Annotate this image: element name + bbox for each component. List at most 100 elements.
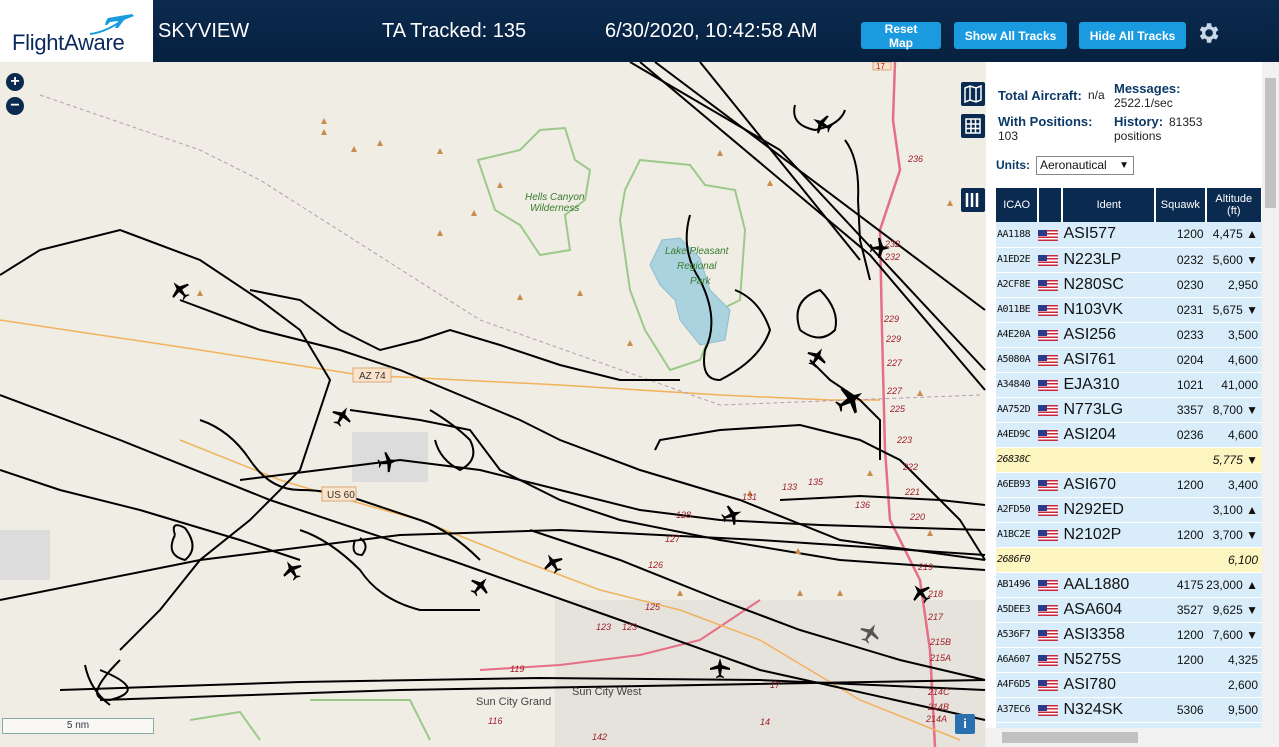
map-icon [964, 84, 982, 104]
row-squawk [1155, 497, 1206, 523]
table-row[interactable]: AB1496 AAL1880 4175 23,000 ▲ [996, 572, 1262, 598]
row-squawk: 1200 [1155, 472, 1206, 498]
map-layers-button[interactable] [961, 82, 985, 106]
gear-icon[interactable] [1195, 20, 1221, 46]
show-all-tracks-button[interactable]: Show All Tracks [954, 22, 1067, 49]
aircraft-table-body: AA1188 ASI577 1200 4,475 ▲ A1ED2E N223LP 0232 5… [996, 222, 1262, 747]
table-row[interactable]: A2CF8E N280SC 0230 2,950 [996, 272, 1262, 298]
label-lake-pleasant: Lake Pleasant [665, 246, 730, 257]
road-num: 135 [808, 477, 824, 487]
us-flag-icon [1038, 304, 1059, 316]
table-row[interactable]: A37EC6 N324SK 5306 9,500 [996, 697, 1262, 723]
us-flag-icon [1038, 429, 1059, 441]
row-ident: N5275S [1062, 647, 1156, 673]
row-altitude: 9,500 [1205, 697, 1262, 723]
row-icao: A1BC2E [996, 522, 1039, 548]
road-num: 227 [886, 386, 903, 396]
column-altitude[interactable]: Altitude (ft) [1205, 188, 1264, 222]
road-num: 125 [645, 602, 661, 612]
columns-toggle-button[interactable] [961, 188, 985, 212]
row-altitude: 6,100 [1205, 547, 1262, 573]
row-icao: 2686F0 [996, 547, 1039, 573]
road-num: 123 [596, 622, 611, 632]
row-icao: AA1188 [996, 222, 1039, 248]
units-select[interactable]: Aeronautical ▼ [1036, 156, 1134, 175]
row-altitude: 41,000 [1205, 372, 1262, 398]
row-altitude: 3,100 ▲ [1205, 497, 1262, 523]
row-ident: ASI204 [1062, 422, 1156, 448]
row-altitude: 8,700 ▼ [1205, 397, 1262, 423]
us-flag-icon [1038, 529, 1059, 541]
row-ident: N103VK [1062, 297, 1156, 323]
map-info-button[interactable]: i [955, 714, 975, 734]
table-row[interactable]: AA1188 ASI577 1200 4,475 ▲ [996, 222, 1262, 248]
column-icao[interactable]: ICAO [996, 188, 1040, 222]
history-unit: positions [1114, 129, 1162, 143]
column-squawk[interactable]: Squawk [1155, 188, 1207, 222]
table-row[interactable]: A011BE N103VK 0231 5,675 ▼ [996, 297, 1262, 323]
row-altitude: 2,600 [1205, 672, 1262, 698]
road-num: 236 [907, 154, 923, 164]
column-ident[interactable]: Ident [1062, 188, 1157, 222]
label-sun-city-west: Sun City West [572, 686, 642, 698]
row-squawk: 1200 [1155, 522, 1206, 548]
table-row[interactable]: A1ED2E N223LP 0232 5,600 ▼ [996, 247, 1262, 273]
table-row[interactable]: AA752D N773LG 3357 8,700 ▼ [996, 397, 1262, 423]
table-row[interactable]: A6A607 N5275S 1200 4,325 [996, 647, 1262, 673]
table-row[interactable]: 26838C 5,775 ▼ [996, 447, 1262, 473]
us-flag-icon [1038, 404, 1059, 416]
row-squawk: 0236 [1155, 422, 1206, 448]
dropdown-caret-icon: ▼ [1119, 160, 1129, 171]
table-row[interactable]: A5DEE3 ASA604 3527 9,625 ▼ [996, 597, 1262, 623]
row-flag [1038, 447, 1063, 473]
row-ident: N223LP [1062, 247, 1156, 273]
road-num: 214B [927, 702, 949, 712]
row-altitude: 2,950 [1205, 272, 1262, 298]
row-ident: ASA604 [1062, 597, 1156, 623]
urban-area [0, 530, 50, 580]
table-row[interactable]: A536F7 ASI3358 1200 7,600 ▼ [996, 622, 1262, 648]
row-icao: A5080A [996, 347, 1039, 373]
road-num: 218 [927, 589, 943, 599]
row-ident: N280SC [1062, 272, 1156, 298]
table-row[interactable]: A34840 EJA310 1021 41,000 [996, 372, 1262, 398]
hscrollbar-thumb[interactable] [1002, 732, 1138, 743]
road-num: 219 [917, 562, 933, 572]
flightaware-logo[interactable]: FlightAware [0, 0, 153, 62]
sidebar-vertical-scrollbar[interactable] [1262, 62, 1279, 747]
header-bar: FlightAware SKYVIEW TA Tracked: 135 6/30… [0, 0, 1279, 62]
scrollbar-thumb[interactable] [1265, 78, 1276, 208]
row-icao: A2CF8E [996, 272, 1039, 298]
road-num: 215B [929, 637, 951, 647]
table-row[interactable]: 2686F0 6,100 [996, 547, 1262, 573]
zoom-out-button[interactable]: − [6, 97, 24, 115]
table-row[interactable]: A4ED9C ASI204 0236 4,600 [996, 422, 1262, 448]
table-row[interactable]: A4E20A ASI256 0233 3,500 [996, 322, 1262, 348]
road-num: 221 [904, 487, 920, 497]
map-canvas[interactable]: Hells Canyon Wilderness Lake Pleasant Re… [0, 62, 986, 747]
road-num: 214A [925, 714, 947, 724]
grid-toggle-button[interactable] [961, 114, 985, 138]
hide-all-tracks-button[interactable]: Hide All Tracks [1079, 22, 1186, 49]
row-flag [1038, 222, 1063, 248]
row-squawk: 0230 [1155, 272, 1206, 298]
table-row[interactable]: A4F6D5 ASI780 2,600 [996, 672, 1262, 698]
table-row[interactable]: A6EB93 ASI670 1200 3,400 [996, 472, 1262, 498]
row-ident: N2102P [1062, 522, 1156, 548]
row-ident [1062, 547, 1156, 573]
table-row[interactable]: A1BC2E N2102P 1200 3,700 ▼ [996, 522, 1262, 548]
table-row[interactable]: A5080A ASI761 0204 4,600 [996, 347, 1262, 373]
reset-map-button[interactable]: Reset Map [861, 22, 941, 50]
zoom-in-button[interactable]: + [6, 73, 24, 91]
column-flag[interactable] [1038, 188, 1064, 222]
us-flag-icon [1038, 229, 1059, 241]
row-flag [1038, 347, 1063, 373]
road-num: 126 [648, 560, 663, 570]
table-row[interactable]: A2FD50 N292ED 3,100 ▲ [996, 497, 1262, 523]
us-flag-icon [1038, 704, 1059, 716]
row-icao: A37EC6 [996, 697, 1039, 723]
row-icao: AB1496 [996, 572, 1039, 598]
row-squawk: 1200 [1155, 222, 1206, 248]
sidebar-horizontal-scrollbar[interactable] [986, 728, 1262, 747]
us-flag-icon [1038, 504, 1059, 516]
